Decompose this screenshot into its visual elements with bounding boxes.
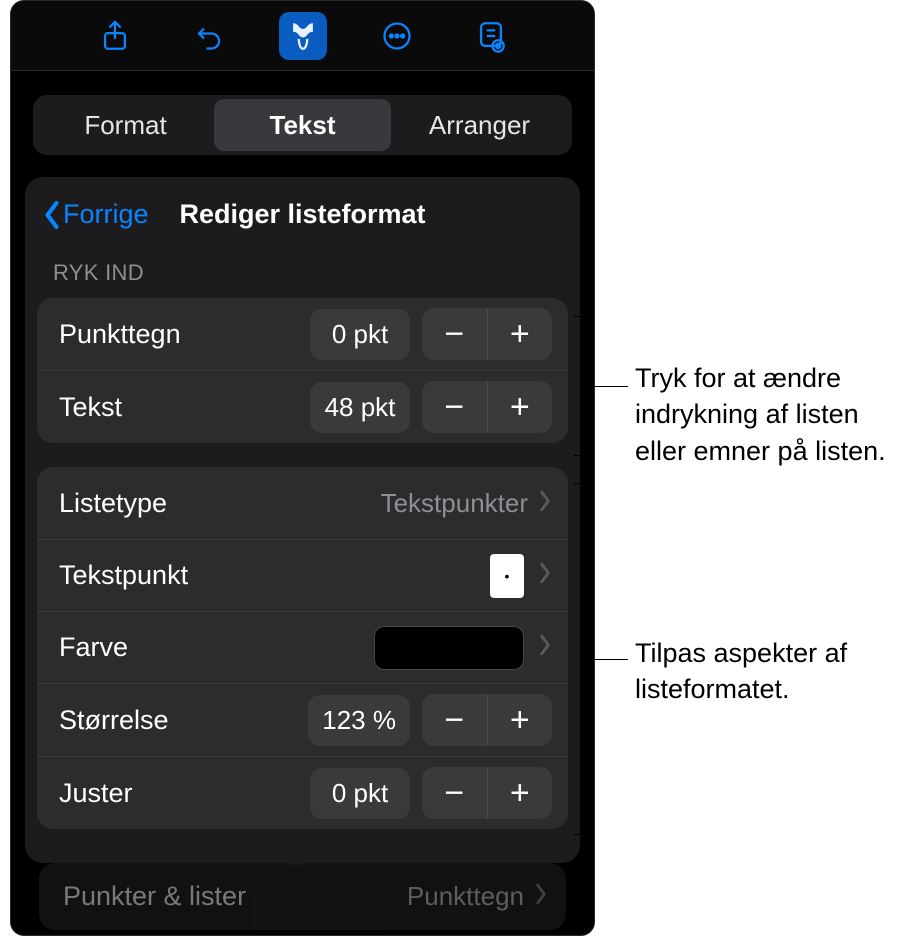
tab-tekst[interactable]: Tekst bbox=[214, 99, 391, 151]
undo-icon-button[interactable] bbox=[185, 12, 233, 60]
chevron-right-icon bbox=[538, 634, 552, 661]
bullets-lists-row[interactable]: Punkter & lister Punkttegn bbox=[39, 863, 566, 930]
format-brush-icon bbox=[286, 19, 320, 53]
chevron-left-icon bbox=[41, 200, 63, 230]
indent-bullet-stepper: − + bbox=[422, 308, 552, 360]
minus-button[interactable]: − bbox=[422, 694, 488, 746]
listtype-row[interactable]: Listetype Tekstpunkter bbox=[37, 467, 568, 539]
row-label: Tekstpunkt bbox=[59, 560, 188, 591]
plus-button[interactable]: + bbox=[488, 767, 553, 819]
presenter-icon-button[interactable] bbox=[467, 12, 515, 60]
segmented-control: Format Tekst Arranger bbox=[33, 95, 572, 155]
indent-section-header: RYK IND bbox=[25, 260, 580, 298]
popover-caret bbox=[284, 853, 308, 865]
row-label: Listetype bbox=[59, 488, 167, 519]
chevron-right-icon bbox=[538, 562, 552, 589]
listtype-value: Tekstpunkter bbox=[381, 488, 528, 519]
align-row: Juster 0 pkt − + bbox=[37, 756, 568, 829]
row-label: Juster bbox=[59, 778, 133, 809]
title-toolbar bbox=[11, 1, 594, 71]
row-label: Punkttegn bbox=[59, 319, 181, 350]
indent-text-row: Tekst 48 pkt − + bbox=[37, 370, 568, 443]
tab-arranger[interactable]: Arranger bbox=[391, 99, 568, 151]
plus-button[interactable]: + bbox=[488, 694, 553, 746]
format-brush-button[interactable] bbox=[279, 12, 327, 60]
color-swatch bbox=[374, 626, 524, 670]
callout-text: Tilpas aspekter af listeformatet. bbox=[635, 638, 847, 704]
undo-icon bbox=[194, 21, 224, 51]
color-row[interactable]: Farve bbox=[37, 611, 568, 683]
size-stepper: − + bbox=[422, 694, 552, 746]
panel-header: Forrige Rediger listeformat bbox=[25, 177, 580, 260]
more-icon bbox=[382, 21, 412, 51]
indent-group: Punkttegn 0 pkt − + Tekst 48 pkt − bbox=[37, 298, 568, 443]
more-icon-button[interactable] bbox=[373, 12, 421, 60]
chevron-right-icon bbox=[538, 490, 552, 517]
app-screen: Format Tekst Arranger Forrige Rediger li… bbox=[10, 0, 595, 936]
row-label: Farve bbox=[59, 632, 128, 663]
row-label: Tekst bbox=[59, 392, 122, 423]
callout-indent: Tryk for at ændre indrykning af listen e… bbox=[635, 360, 915, 469]
row-label: Størrelse bbox=[59, 705, 169, 736]
minus-button[interactable]: − bbox=[422, 767, 488, 819]
minus-button[interactable]: − bbox=[422, 308, 488, 360]
indent-text-value[interactable]: 48 pkt bbox=[310, 382, 410, 433]
row-label: Punkter & lister bbox=[63, 881, 246, 912]
bullet-glyph-swatch: • bbox=[490, 554, 524, 598]
indent-bullet-value[interactable]: 0 pkt bbox=[310, 309, 410, 360]
presenter-notes-icon bbox=[474, 19, 508, 53]
bullets-lists-value: Punkttegn bbox=[407, 881, 524, 912]
back-button[interactable]: Forrige bbox=[41, 199, 149, 230]
callout-custom: Tilpas aspekter af listeformatet. bbox=[635, 635, 915, 708]
segmented-wrap: Format Tekst Arranger bbox=[11, 71, 594, 177]
panel-title: Rediger listeformat bbox=[179, 199, 425, 230]
indent-bullet-row: Punkttegn 0 pkt − + bbox=[37, 298, 568, 370]
align-value[interactable]: 0 pkt bbox=[310, 768, 410, 819]
chevron-right-icon bbox=[534, 883, 548, 910]
back-label: Forrige bbox=[63, 199, 149, 230]
tab-format[interactable]: Format bbox=[37, 99, 214, 151]
format-panel: Forrige Rediger listeformat RYK IND Punk… bbox=[25, 177, 580, 863]
plus-button[interactable]: + bbox=[488, 381, 553, 433]
callout-text: Tryk for at ændre indrykning af listen e… bbox=[635, 363, 886, 466]
plus-button[interactable]: + bbox=[488, 308, 553, 360]
indent-text-stepper: − + bbox=[422, 381, 552, 433]
size-row: Størrelse 123 % − + bbox=[37, 683, 568, 756]
share-icon bbox=[98, 19, 132, 53]
share-icon-button[interactable] bbox=[91, 12, 139, 60]
customize-group: Listetype Tekstpunkter Tekstpunkt • bbox=[37, 467, 568, 829]
textpoint-row[interactable]: Tekstpunkt • bbox=[37, 539, 568, 611]
size-value[interactable]: 123 % bbox=[308, 695, 410, 746]
minus-button[interactable]: − bbox=[422, 381, 488, 433]
align-stepper: − + bbox=[422, 767, 552, 819]
